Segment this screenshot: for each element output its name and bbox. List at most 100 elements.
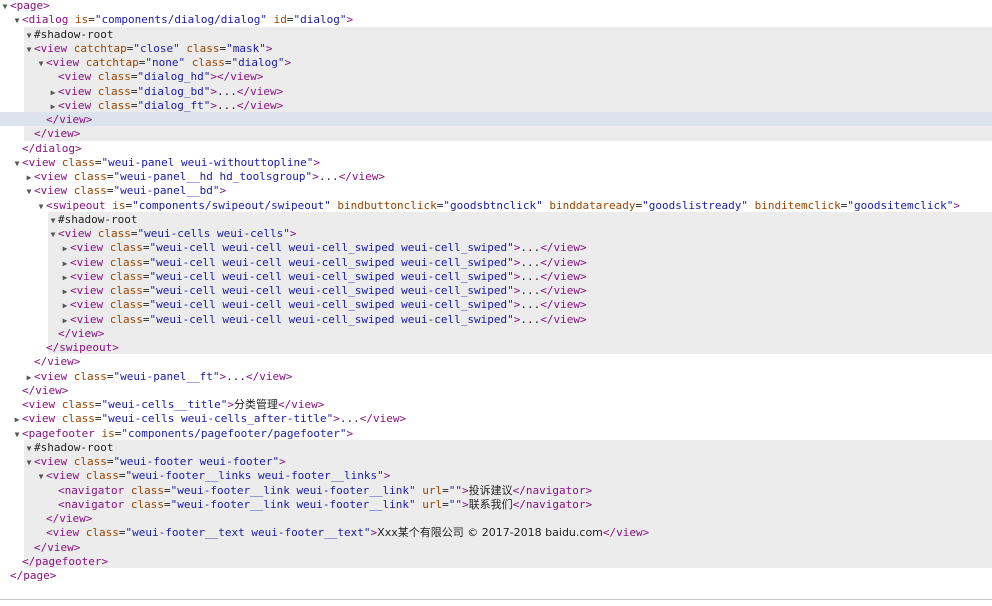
elements-dom-tree[interactable]: ▼ <page> ▼ <dialog is="components/dialog/di… — [0, 0, 992, 606]
dom-node-row[interactable]: ▶ <view class="weui-panel__ft">...</view> — [0, 369, 992, 384]
tag-token: </view> — [236, 84, 284, 98]
dom-node-row[interactable]: ▼ <view class="weui-cells weui-cells"> — [0, 226, 992, 241]
tag-token: </view> — [34, 355, 81, 369]
attribute-value: "dialog_bd" — [137, 84, 211, 98]
dom-node-row[interactable]: </page> — [0, 568, 992, 583]
dom-node-row[interactable]: </swipeout> — [0, 340, 992, 355]
dom-node-row[interactable]: ▼ #shadow-root — [0, 27, 992, 42]
attribute-value: "components/dialog/dialog" — [94, 13, 268, 27]
plain-token: = — [442, 497, 449, 511]
text-content: 投诉建议 — [468, 483, 513, 497]
dom-node-row[interactable]: ▶ <view class="weui-cell weui-cell weui-c… — [0, 269, 992, 284]
dom-node-row[interactable]: ▼ <view catchtap="close" class="mask"> — [0, 41, 992, 56]
tag-token: <view — [34, 369, 68, 383]
dom-node-row[interactable]: ▼ <view catchtap="none" class="dialog"> — [0, 55, 992, 70]
tag-token: <page> — [10, 0, 50, 12]
dom-node-row[interactable]: ▶ <view class="weui-panel__hd hd_toolsgro… — [0, 169, 992, 184]
plain-token: = — [130, 98, 138, 112]
plain-token: = — [130, 70, 138, 84]
dom-node-row[interactable]: ▶ <view class="weui-cell weui-cell weui-c… — [0, 312, 992, 327]
tag-token: > — [346, 13, 354, 27]
dom-node-row[interactable]: ▼ <view class="weui-footer__links weui-fo… — [0, 468, 992, 483]
dom-node-row[interactable]: <view class="weui-cells__title">分类管理</vi… — [0, 397, 992, 412]
attribute-value: "weui-cell weui-cell weui-cell_swiped we… — [149, 298, 514, 312]
attribute-name: class — [103, 312, 143, 326]
dom-node-row[interactable]: ▼ #shadow-root — [0, 440, 992, 455]
attribute-name: binditemclick — [748, 198, 841, 212]
attribute-name: class — [124, 483, 164, 497]
dom-node-row[interactable]: ▶ <view class="weui-cells weui-cells_afte… — [0, 411, 992, 426]
attribute-name: class — [91, 84, 131, 98]
tag-token: </view> — [58, 326, 105, 340]
tag-token: <view — [58, 227, 92, 240]
dom-node-row[interactable]: </view> — [0, 383, 992, 398]
attribute-value: "dialog_ft" — [137, 98, 211, 112]
attribute-value: "weui-cells__title" — [101, 398, 228, 411]
dom-node-row[interactable]: </view> — [0, 326, 992, 341]
text-content: 分类管理 — [233, 398, 278, 411]
dom-node-row[interactable]: </view> — [0, 126, 992, 141]
tag-token: </view> — [540, 255, 587, 269]
tag-token: > — [333, 412, 340, 426]
tag-token: <view — [70, 269, 104, 283]
attribute-name: class — [55, 412, 95, 426]
plain-token: = — [142, 312, 150, 326]
dom-node-row[interactable]: ▶ <view class="weui-cell weui-cell weui-c… — [0, 297, 992, 312]
attribute-name: is — [94, 426, 115, 440]
tag-token: </view> — [602, 526, 650, 540]
attribute-value: "components/pagefooter/pagefooter" — [121, 426, 347, 440]
dom-node-row[interactable]: ▶ <view class="dialog_ft">...</view> — [0, 98, 992, 113]
attribute-value: "" — [448, 483, 463, 497]
dom-node-row[interactable]: ▶ <view class="dialog_bd">...</view> — [0, 84, 992, 99]
tag-token: <swipeout — [46, 198, 106, 212]
dom-node-row[interactable]: ▼ <view class="weui-panel__bd"> — [0, 183, 992, 198]
tag-token: </view> — [540, 241, 587, 255]
dom-node-row[interactable]: <navigator class="weui-footer__link weui… — [0, 483, 992, 498]
dom-node-row[interactable]: </view> — [0, 540, 992, 555]
attribute-name: class — [79, 526, 119, 540]
tag-token: > — [346, 426, 354, 440]
dom-node-row[interactable]: <view class="dialog_hd"></view> — [0, 69, 992, 84]
attribute-name: class — [103, 255, 143, 269]
tag-token: > — [289, 227, 297, 240]
plain-token: = — [94, 412, 102, 426]
plain-token: = — [442, 483, 449, 497]
attribute-name: bindbuttonclick — [330, 198, 437, 212]
dom-node-row[interactable]: </dialog> — [0, 141, 992, 156]
dom-node-row[interactable]: ▼ <view class="weui-footer weui-footer"> — [0, 454, 992, 469]
dom-node-row[interactable]: </pagefooter> — [0, 554, 992, 569]
dom-node-row[interactable]: ▼ <pagefooter is="components/pagefooter/p… — [0, 426, 992, 441]
tag-token: </view> — [338, 170, 386, 183]
dom-node-row[interactable]: ▼ <view class="weui-panel weui-withouttop… — [0, 155, 992, 170]
dom-node-row[interactable]: ▼ <swipeout is="components/swipeout/swipe… — [0, 198, 992, 213]
plain-token: ... — [520, 269, 541, 283]
tag-token: </dialog> — [22, 141, 82, 155]
dom-node-row[interactable]: ▶ <view class="weui-cell weui-cell weui-c… — [0, 240, 992, 255]
dom-node-row[interactable]: ▼ #shadow-root — [0, 212, 992, 227]
tag-token: <view — [34, 184, 68, 198]
dom-node-row[interactable]: ▶ <view class="weui-cell weui-cell weui-c… — [0, 283, 992, 298]
dom-node-row[interactable]: </view> — [0, 112, 992, 127]
tag-token: </view> — [34, 540, 81, 554]
tag-token: </view> — [46, 113, 93, 126]
dom-node-row[interactable]: <view class="weui-footer__text weui-foot… — [0, 525, 992, 540]
tag-token: ></view> — [210, 70, 264, 84]
tag-token: </view> — [46, 512, 93, 525]
dom-node-row[interactable]: ▼ <dialog is="components/dialog/dialog" i… — [0, 12, 992, 27]
tag-token: <navigator — [58, 497, 125, 511]
plain-token: = — [142, 269, 150, 283]
attribute-name: class — [67, 184, 107, 198]
dom-node-row[interactable]: <navigator class="weui-footer__link weui… — [0, 497, 992, 512]
tag-token: <dialog — [22, 13, 69, 27]
text-content: 联系我们 — [468, 497, 513, 511]
plain-token: = — [142, 241, 150, 255]
attribute-value: "weui-panel weui-withouttopline" — [101, 155, 314, 169]
dom-node-row[interactable]: ▼ <page> — [0, 0, 992, 13]
tag-token: </view> — [540, 269, 587, 283]
attribute-name: class — [67, 369, 107, 383]
attribute-value: "weui-footer weui-footer" — [113, 455, 280, 468]
dom-node-row[interactable]: ▶ <view class="weui-cell weui-cell weui-c… — [0, 255, 992, 270]
dom-node-row[interactable]: </view> — [0, 511, 992, 526]
dom-node-row[interactable]: </view> — [0, 354, 992, 369]
tag-token: > — [219, 184, 227, 198]
